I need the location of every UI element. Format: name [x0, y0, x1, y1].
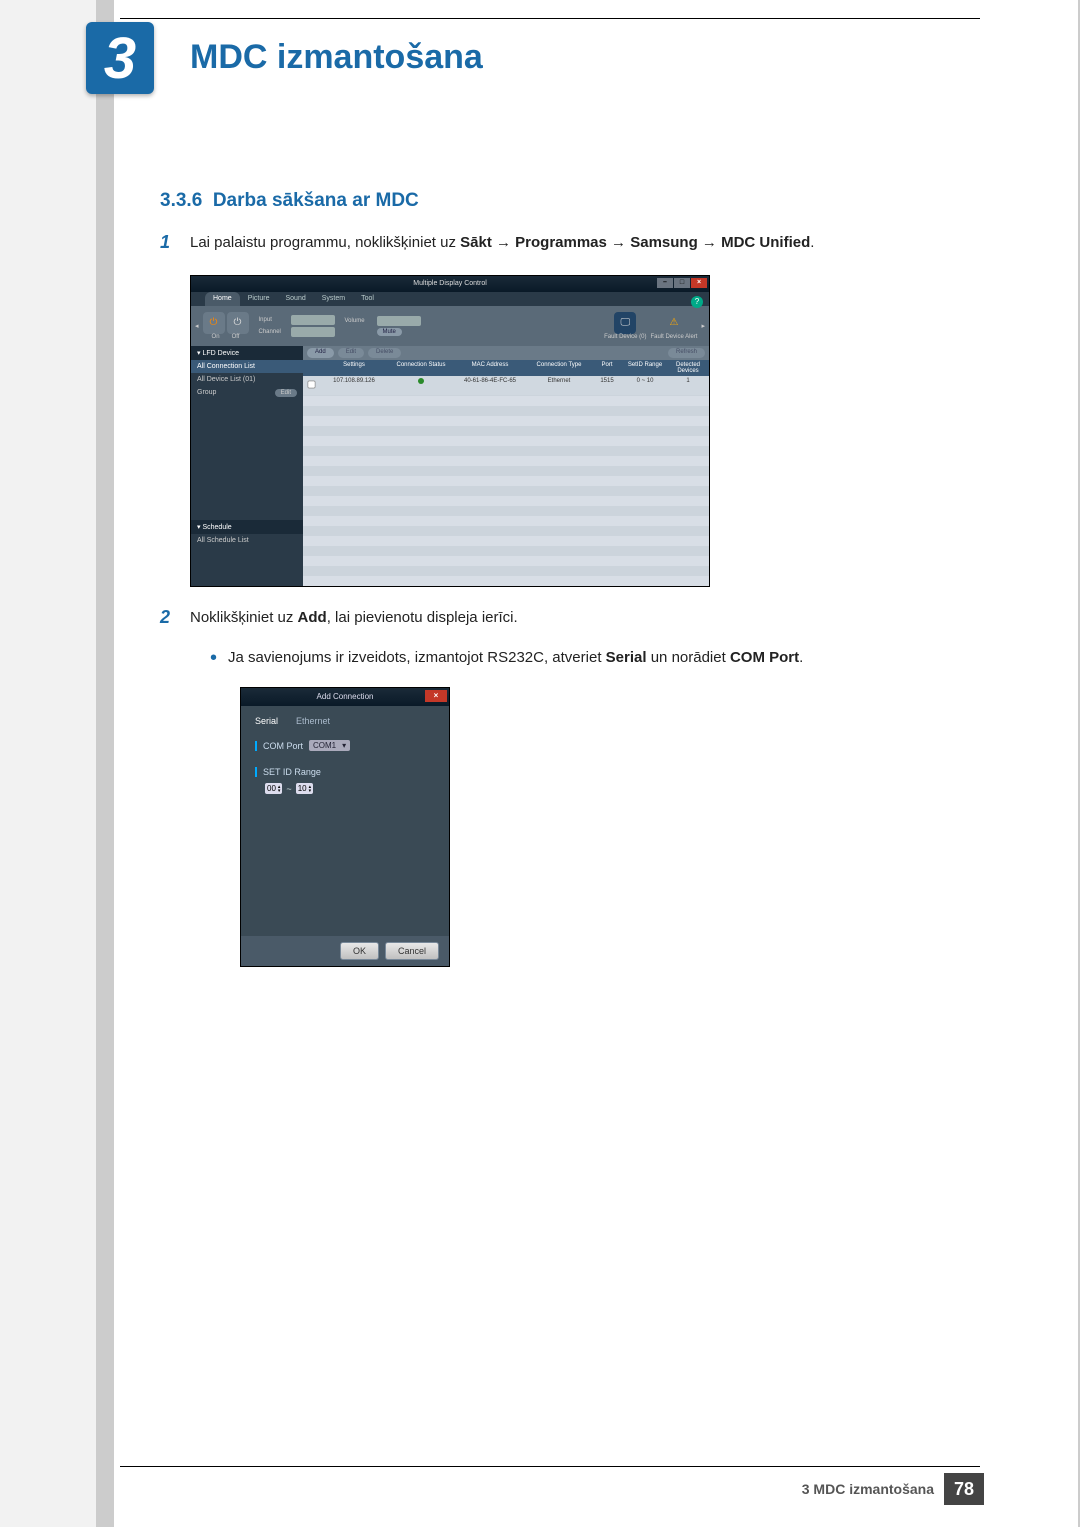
chapter-title: MDC izmantošana — [190, 38, 483, 77]
section-heading: 3.3.6 Darba sākšana ar MDC — [160, 190, 940, 212]
page-top-rule — [120, 18, 980, 19]
step-2-number: 2 — [160, 607, 190, 630]
setid-from-stepper[interactable]: 00 ▴▾ — [265, 783, 282, 794]
mdc-window-screenshot: Multiple Display Control – □ × Home Pict… — [190, 275, 710, 587]
channel-stepper[interactable] — [291, 327, 335, 337]
window-close-button[interactable]: × — [691, 278, 707, 288]
step-1-text: Lai palaistu programmu, noklikšķiniet uz… — [190, 232, 940, 255]
dialog-close-button[interactable]: × — [425, 690, 447, 702]
refresh-button[interactable]: Refresh — [668, 348, 705, 358]
chevron-down-icon: ▾ — [342, 741, 346, 750]
window-minimize-button[interactable]: – — [657, 278, 673, 288]
section-number: 3.3.6 — [160, 190, 202, 211]
window-maximize-button[interactable]: □ — [674, 278, 690, 288]
side-all-connection[interactable]: All Connection List — [191, 360, 303, 373]
add-connection-dialog: Add Connection × Serial Ethernet COM Por… — [240, 687, 450, 967]
mdc-sidebar: ▾ LFD Device All Connection List All Dev… — [191, 346, 303, 586]
mdc-actionbar: Add Edit Delete Refresh — [303, 346, 709, 360]
fault-device-icon[interactable]: 🖵 — [614, 312, 636, 334]
menu-system[interactable]: System — [314, 292, 353, 306]
page-side-stripe — [96, 0, 114, 1527]
footer-text: 3 MDC izmantošana — [802, 1481, 934, 1497]
add-button[interactable]: Add — [307, 348, 334, 358]
menu-tool[interactable]: Tool — [353, 292, 382, 306]
mdc-menubar: Home Picture Sound System Tool — [191, 292, 709, 306]
table-row[interactable]: 107.108.89.126 40-61-86-4E-FC-65 Etherne… — [303, 376, 709, 395]
row-checkbox[interactable] — [307, 380, 315, 388]
bullet-icon: • — [210, 649, 228, 667]
tab-serial[interactable]: Serial — [255, 716, 278, 726]
help-icon[interactable]: ? — [691, 296, 703, 308]
comport-dropdown[interactable]: COM1 ▾ — [309, 740, 350, 751]
step-2-text: Noklikšķiniet uz Add, lai pievienotu dis… — [190, 607, 940, 630]
chapter-badge: 3 — [86, 22, 154, 94]
range-separator: ~ — [286, 784, 291, 794]
setid-label: SET ID Range — [263, 767, 321, 777]
side-all-schedule[interactable]: All Schedule List — [191, 534, 303, 547]
step-1-number: 1 — [160, 232, 190, 255]
mdc-table-header: Settings Connection Status MAC Address C… — [303, 360, 709, 376]
menu-home[interactable]: Home — [205, 292, 240, 306]
power-off-button[interactable]: ⏻ — [227, 312, 249, 334]
bullet-item: • Ja savienojums ir izveidots, izmantojo… — [210, 649, 940, 667]
field-marker-icon — [255, 767, 257, 777]
page-bottom-rule — [120, 1466, 980, 1467]
fault-alert-icon[interactable]: ⚠ — [663, 312, 685, 334]
side-all-device-list[interactable]: All Device List (01) — [191, 373, 303, 386]
tab-ethernet[interactable]: Ethernet — [296, 716, 330, 726]
setid-to-stepper[interactable]: 10 ▴▾ — [296, 783, 313, 794]
menu-sound[interactable]: Sound — [277, 292, 313, 306]
power-on-button[interactable]: ⏻ — [203, 312, 225, 334]
field-marker-icon — [255, 741, 257, 751]
input-select[interactable] — [291, 315, 335, 325]
page-number: 78 — [944, 1473, 984, 1505]
ok-button[interactable]: OK — [340, 942, 379, 960]
delete-button[interactable]: Delete — [368, 348, 401, 358]
connection-status-dot — [389, 376, 453, 395]
side-lfd-device[interactable]: ▾ LFD Device — [191, 346, 303, 360]
side-group[interactable]: GroupEdit — [191, 386, 303, 400]
comport-label: COM Port — [263, 741, 303, 751]
volume-select[interactable] — [377, 316, 421, 326]
dialog-titlebar: Add Connection × — [241, 688, 449, 706]
mdc-titlebar: Multiple Display Control – □ × — [191, 276, 709, 292]
edit-button[interactable]: Edit — [338, 348, 364, 358]
side-edit-button[interactable]: Edit — [275, 389, 297, 397]
mdc-toolbar: ◂ ⏻ ⏻ On Off Input Channel Volume Mute — [191, 306, 709, 346]
cancel-button[interactable]: Cancel — [385, 942, 439, 960]
mute-button[interactable]: Mute — [377, 328, 402, 336]
section-title: Darba sākšana ar MDC — [213, 190, 419, 211]
chapter-number: 3 — [104, 25, 136, 92]
side-schedule[interactable]: ▾ Schedule — [191, 520, 303, 534]
menu-picture[interactable]: Picture — [240, 292, 278, 306]
